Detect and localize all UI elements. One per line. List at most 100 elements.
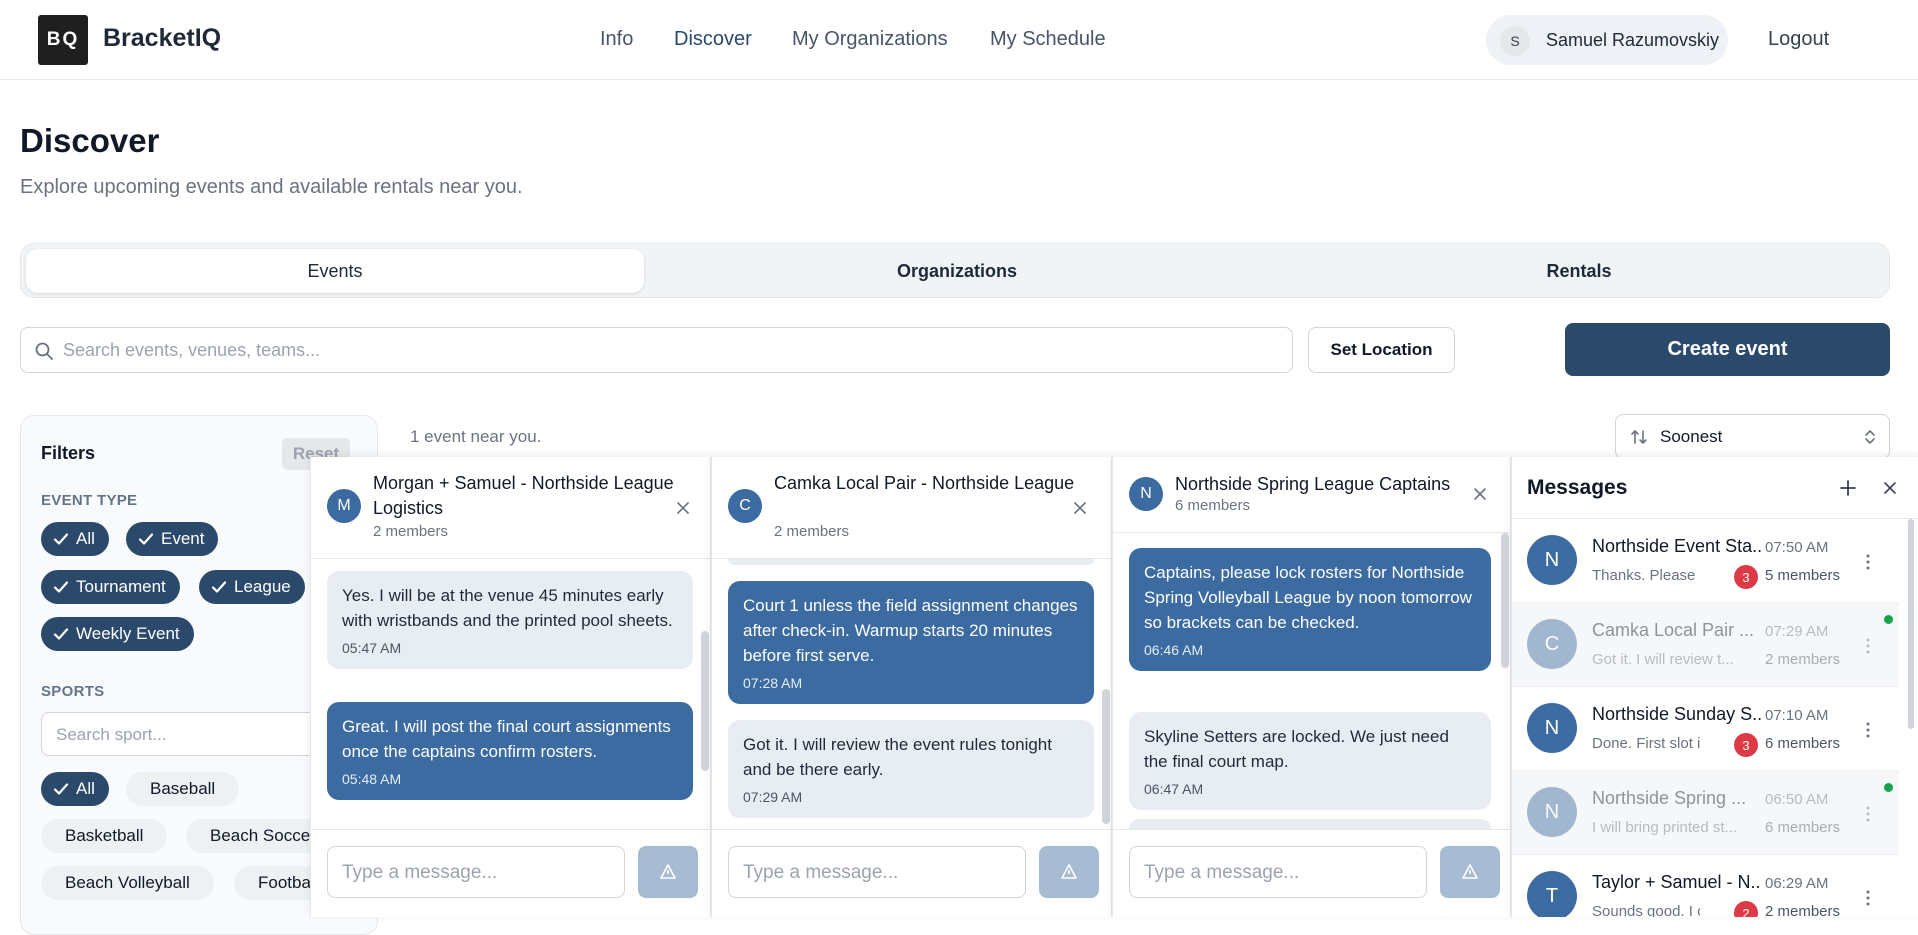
sport-chip-all[interactable]: All (41, 772, 109, 806)
chat-header: C Camka Local Pair - Northside League 2 … (712, 457, 1111, 559)
chip-label: Weekly Event (76, 624, 180, 643)
sport-search-input[interactable] (56, 722, 336, 748)
chat-composer (1113, 829, 1510, 917)
event-type-chip-league[interactable]: League (199, 570, 305, 604)
conversation-members: 5 members (1765, 567, 1841, 584)
search-input[interactable] (63, 336, 1263, 364)
create-event-button[interactable]: Create event (1565, 323, 1890, 376)
nav-discover[interactable]: Discover (674, 28, 752, 51)
conversation-members: 2 members (1765, 651, 1841, 668)
messages-panel: Messages N Northside Event Sta... 07:50 … (1511, 457, 1918, 917)
checkmark-icon (53, 581, 69, 593)
unread-badge: 2 (1734, 901, 1758, 917)
conversation-time: 06:29 AM (1765, 875, 1829, 892)
sort-select[interactable]: Soonest (1615, 414, 1890, 459)
conversation-item[interactable]: N Northside Event Sta... 07:50 AM Thanks… (1512, 519, 1899, 603)
event-type-chip-weekly-event[interactable]: Weekly Event (41, 617, 194, 651)
event-search (20, 327, 1293, 373)
more-options-icon[interactable] (1866, 554, 1870, 570)
event-type-chip-all[interactable]: All (41, 522, 109, 556)
checkmark-icon (53, 628, 69, 640)
send-button[interactable] (638, 846, 698, 898)
chat-scrollbar[interactable] (701, 631, 709, 771)
brand-name[interactable]: BracketIQ (103, 24, 221, 53)
send-icon (660, 864, 676, 879)
chat-scrollbar[interactable] (1102, 689, 1110, 824)
discover-tabs: Events Organizations Rentals (20, 243, 1890, 298)
chat-avatar: N (1129, 477, 1163, 511)
message-time: 06:46 AM (1144, 642, 1204, 658)
nav-info[interactable]: Info (600, 28, 633, 51)
tab-rentals[interactable]: Rentals (1270, 249, 1888, 293)
logout-link[interactable]: Logout (1768, 28, 1829, 51)
sport-chip-beach-volleyball[interactable]: Beach Volleyball (41, 866, 214, 900)
event-type-chip-event[interactable]: Event (126, 522, 219, 556)
send-button[interactable] (1039, 846, 1099, 898)
send-button[interactable] (1440, 846, 1500, 898)
more-options-icon[interactable] (1866, 722, 1870, 738)
conversation-item[interactable]: T Taylor + Samuel - N... 06:29 AM Sounds… (1512, 855, 1899, 917)
results-count: 1 event near you. (410, 427, 542, 446)
close-icon[interactable] (1473, 487, 1487, 501)
chat-scrollbar[interactable] (1501, 533, 1509, 668)
conversation-item[interactable]: C Camka Local Pair ... 07:29 AM Got it. … (1512, 603, 1899, 687)
messages-scrollbar[interactable] (1908, 519, 1914, 729)
user-avatar: S (1500, 26, 1530, 56)
event-type-chip-tournament[interactable]: Tournament (41, 570, 180, 604)
chip-label: Event (161, 529, 205, 548)
next-message-edge (1129, 819, 1491, 829)
message-text: Got it. I will review the event rules to… (743, 735, 1052, 779)
sort-icon (1631, 430, 1647, 444)
chat-window-morgan-samuel: M Morgan + Samuel - Northside League Log… (310, 457, 711, 917)
conversation-members: 6 members (1765, 819, 1841, 836)
chat-message: Skyline Setters are locked. We just need… (1129, 712, 1491, 810)
chevron-updown-icon (1865, 430, 1875, 444)
chat-message: Captains, please lock rosters for Norths… (1129, 548, 1491, 671)
conversation-name: Northside Spring ... (1592, 788, 1747, 808)
checkmark-icon (211, 581, 227, 593)
conversation-members: 6 members (1765, 735, 1841, 752)
chip-label: Beach Soccer (210, 826, 316, 845)
conversation-time: 07:29 AM (1765, 623, 1829, 640)
more-options-icon[interactable] (1866, 890, 1870, 906)
filters-title: Filters (41, 443, 96, 463)
chip-label: Tournament (76, 577, 166, 596)
message-input[interactable] (342, 859, 612, 887)
conversation-item[interactable]: N Northside Spring ... 06:50 AM I will b… (1512, 771, 1899, 855)
chat-member-count: 6 members (1175, 497, 1251, 514)
sport-chip-basketball[interactable]: Basketball (41, 819, 168, 853)
chat-composer (311, 829, 710, 917)
message-input[interactable] (1144, 859, 1414, 887)
message-text: Great. I will post the final court assig… (342, 717, 671, 761)
chip-label: Baseball (150, 779, 216, 798)
checkmark-icon (53, 533, 69, 545)
unread-badge: 3 (1734, 733, 1758, 757)
chip-label: League (234, 577, 291, 596)
conversation-name: Northside Sunday S... (1592, 704, 1762, 724)
tab-events[interactable]: Events (26, 249, 644, 293)
close-icon[interactable] (1883, 481, 1897, 495)
message-input[interactable] (743, 859, 1013, 887)
user-menu[interactable]: S Samuel Razumovskiy (1486, 15, 1728, 65)
message-text: Captains, please lock rosters for Norths… (1144, 563, 1472, 632)
chat-message: Yes. I will be at the venue 45 minutes e… (327, 571, 693, 669)
bracketiq-logo[interactable]: BQ (38, 15, 88, 65)
close-icon[interactable] (1073, 501, 1087, 515)
more-options-icon[interactable] (1866, 806, 1870, 822)
nav-my-schedule[interactable]: My Schedule (990, 28, 1106, 51)
more-options-icon[interactable] (1866, 638, 1870, 654)
message-time: 07:29 AM (743, 789, 803, 805)
close-icon[interactable] (676, 501, 690, 515)
message-time: 07:28 AM (743, 675, 803, 691)
chat-header: M Morgan + Samuel - Northside League Log… (311, 457, 710, 559)
message-field (728, 846, 1026, 898)
conversation-item[interactable]: N Northside Sunday S... 07:10 AM Done. F… (1512, 687, 1899, 771)
chip-label: All (76, 529, 95, 548)
tab-organizations[interactable]: Organizations (648, 249, 1266, 293)
conversation-preview: Thanks. Please p... (1592, 567, 1700, 584)
nav-my-organizations[interactable]: My Organizations (792, 28, 948, 51)
plus-icon[interactable] (1839, 479, 1857, 497)
conversation-avatar: T (1527, 871, 1577, 917)
set-location-button[interactable]: Set Location (1308, 327, 1455, 373)
sport-chip-baseball[interactable]: Baseball (126, 772, 240, 806)
